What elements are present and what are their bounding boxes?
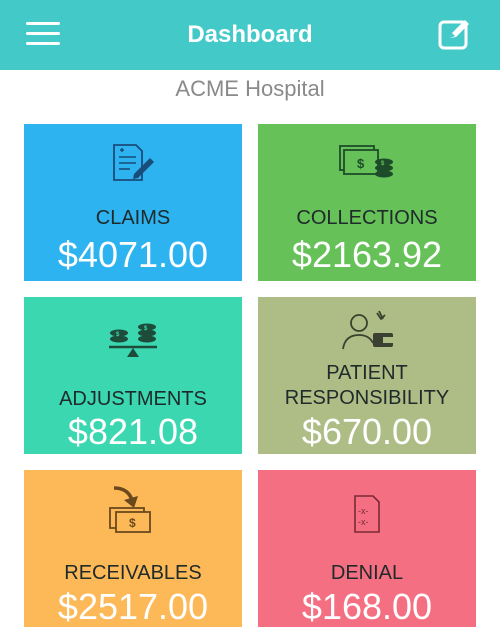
denial-document-icon: -x- -x- [258,494,476,539]
page-title: Dashboard [187,21,313,48]
adjustments-amount: $821.08 [67,411,199,452]
adjustments-label: ADJUSTMENTS [59,388,207,410]
patient-payment-icon [258,309,476,360]
claims-amount: $4071.00 [57,234,209,275]
collections-tile[interactable]: $ $ COLLECTIONS $2163.92 [258,124,476,281]
claims-label: CLAIMS [95,207,171,229]
svg-text:-x-: -x- [358,506,369,516]
patient-label-line1: PATIENT [326,362,408,384]
svg-text:$: $ [129,516,136,530]
hospital-name: ACME Hospital [175,76,325,101]
claims-tile[interactable]: CLAIMS $4071.00 [24,124,242,281]
collections-label: COLLECTIONS [296,207,438,229]
collections-amount: $2163.92 [291,234,443,275]
balance-scale-icon: $ $ [24,317,242,366]
receivables-amount: $2517.00 [57,586,209,627]
svg-text:$: $ [357,156,365,171]
receivables-label: RECEIVABLES [64,562,202,584]
edit-icon [438,20,469,50]
adjustments-tile[interactable]: $ $ ADJUSTMENTS $821.08 [24,297,242,454]
receivables-tile[interactable]: $ RECEIVABLES $2517.00 [24,470,242,627]
edit-button[interactable] [434,14,474,54]
denial-label: DENIAL [330,562,404,584]
svg-text:-x-: -x- [358,517,369,527]
denial-amount: $168.00 [301,586,433,627]
patient-label-line2: RESPONSIBILITY [284,387,450,409]
money-stack-icon: $ $ [258,140,476,189]
patient-responsibility-amount: $670.00 [301,411,433,452]
denial-tile[interactable]: -x- -x- DENIAL $168.00 [258,470,476,627]
money-receive-icon: $ [24,484,242,539]
claim-document-icon [24,142,242,189]
top-bar: Dashboard [0,0,500,70]
patient-responsibility-tile[interactable]: PATIENT RESPONSIBILITY $670.00 [258,297,476,454]
